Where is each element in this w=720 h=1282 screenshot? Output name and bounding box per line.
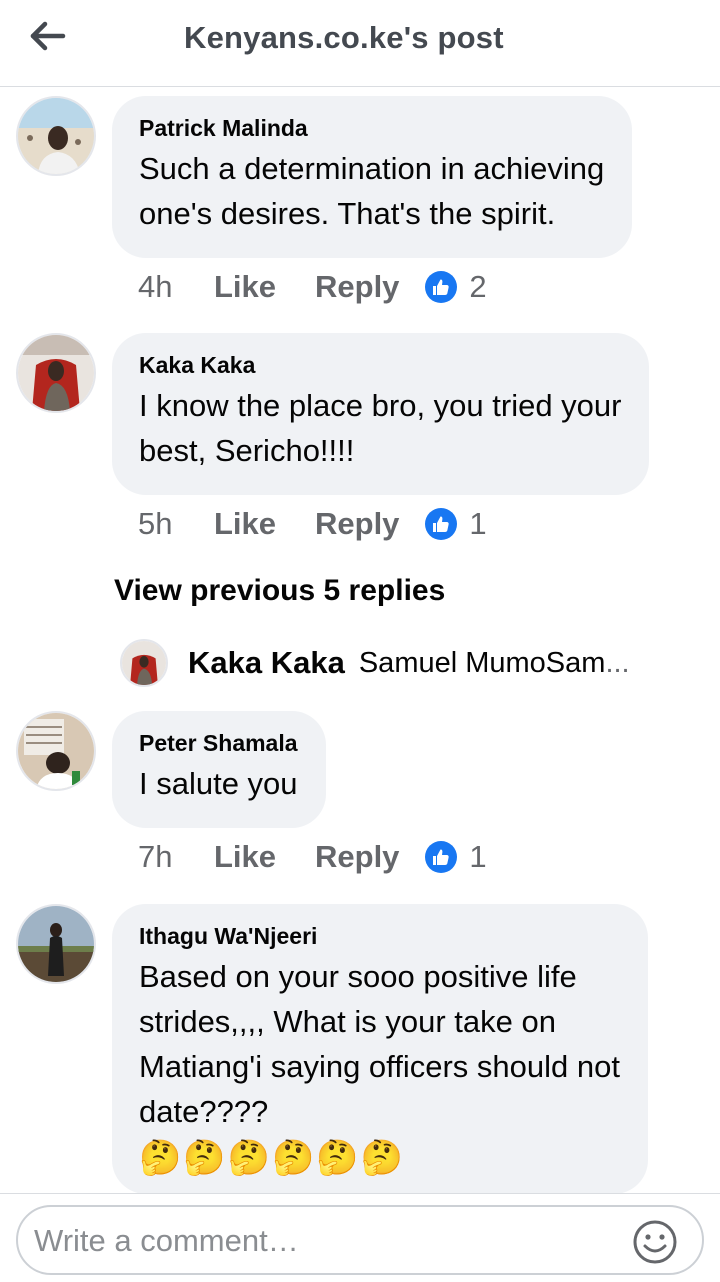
reaction-count[interactable]: 1 (469, 839, 486, 875)
avatar[interactable] (16, 96, 96, 176)
comment-text: I salute you (139, 766, 298, 801)
reaction-count[interactable]: 1 (469, 506, 486, 542)
reply-snippet: Samuel MumoSam (358, 646, 606, 679)
comment-author[interactable]: Patrick Malinda (139, 116, 604, 140)
comment-actions: 4h Like Reply 2 (138, 267, 487, 307)
comment-composer[interactable] (16, 1205, 704, 1275)
comment-composer-bar (0, 1193, 720, 1282)
reply-ellipsis: ... (605, 646, 630, 679)
comment-bubble[interactable]: Kaka Kaka I know the place bro, you trie… (112, 333, 650, 495)
reply-button[interactable]: Reply (315, 506, 399, 542)
thumbs-up-icon[interactable] (425, 271, 458, 303)
comment-time[interactable]: 7h (138, 839, 214, 875)
thinking-face-emojis: 🤔🤔🤔🤔🤔🤔 (139, 1139, 406, 1177)
emoji-button[interactable] (632, 1219, 678, 1265)
comments-list: Patrick Malinda Such a determination in … (0, 88, 720, 1193)
smiley-icon (633, 1220, 677, 1264)
comment-bubble[interactable]: Patrick Malinda Such a determination in … (112, 96, 633, 258)
avatar (120, 639, 168, 687)
comment-input[interactable] (34, 1219, 624, 1263)
page-title: Kenyans.co.ke's post (184, 20, 504, 55)
comment-author[interactable]: Ithagu Wa'Njeeri (139, 924, 620, 948)
reply-author: Kaka Kaka (188, 645, 345, 680)
reply-button[interactable]: Reply (315, 839, 399, 875)
thumbs-up-icon[interactable] (425, 841, 458, 873)
avatar[interactable] (16, 711, 96, 791)
comment-time[interactable]: 5h (138, 506, 214, 542)
like-button[interactable]: Like (214, 506, 315, 542)
reply-button[interactable]: Reply (315, 269, 399, 305)
comment-time[interactable]: 4h (138, 269, 214, 305)
thumbs-up-icon[interactable] (425, 508, 458, 540)
comment-bubble[interactable]: Ithagu Wa'Njeeri Based on your sooo posi… (112, 904, 648, 1193)
comment-author[interactable]: Kaka Kaka (139, 353, 621, 377)
arrow-left-icon (30, 21, 66, 51)
reply-preview[interactable]: Kaka Kaka Samuel MumoSam... (120, 638, 630, 688)
back-button[interactable] (26, 18, 70, 54)
top-bar: Kenyans.co.ke's post (0, 0, 720, 87)
like-button[interactable]: Like (214, 269, 315, 305)
avatar[interactable] (16, 904, 96, 984)
view-previous-replies-link[interactable]: View previous 5 replies (114, 574, 445, 608)
comment-text: Such a determination in achieving one's … (139, 151, 605, 231)
comment-text: I know the place bro, you tried your bes… (139, 388, 622, 468)
comment-actions: 5h Like Reply 1 (138, 504, 487, 544)
comment-text: Based on your sooo positive life strides… (139, 959, 620, 1129)
comment-author[interactable]: Peter Shamala (139, 731, 298, 755)
comment-bubble[interactable]: Peter Shamala I salute you (112, 711, 326, 828)
avatar[interactable] (16, 333, 96, 413)
comment-actions: 7h Like Reply 1 (138, 837, 487, 877)
reaction-count[interactable]: 2 (469, 269, 486, 305)
like-button[interactable]: Like (214, 839, 315, 875)
